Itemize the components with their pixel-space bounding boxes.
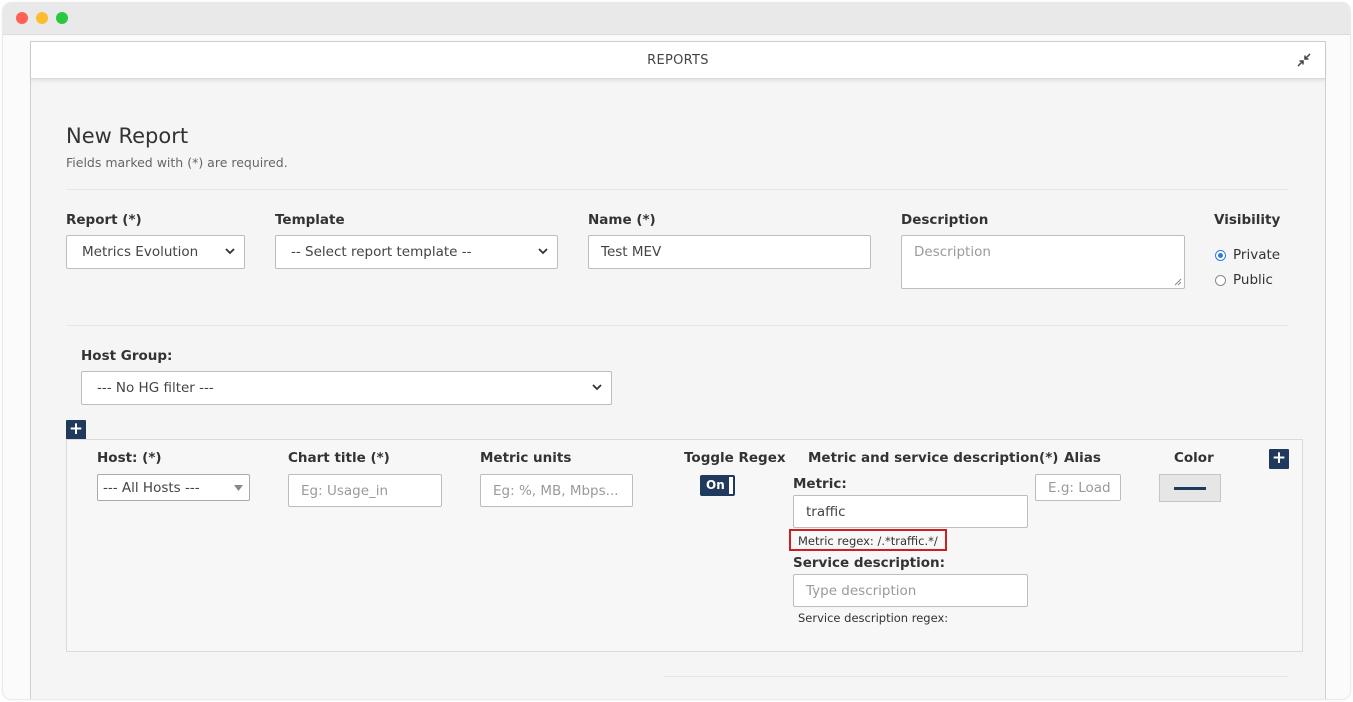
chevron-down-icon [592, 384, 602, 391]
name-label: Name (*) [588, 212, 656, 228]
template-select-value: -- Select report template -- [291, 244, 472, 260]
report-select[interactable]: Metrics Evolution [66, 235, 245, 269]
maximize-window-button[interactable] [56, 12, 68, 24]
template-select[interactable]: -- Select report template -- [275, 235, 558, 269]
host-group-label: Host Group: [81, 348, 173, 364]
host-select[interactable]: --- All Hosts --- [97, 474, 250, 501]
name-input-value: Test MEV [601, 244, 662, 260]
description-placeholder: Description [914, 244, 991, 260]
metric-label: Metric: [793, 476, 847, 492]
color-label: Color [1174, 450, 1214, 466]
collapse-icon[interactable] [1297, 53, 1311, 67]
chevron-down-icon [225, 248, 235, 255]
metric-units-input[interactable]: Eg: %, MB, Mbps... [480, 474, 633, 507]
host-group-select-value: --- No HG filter --- [97, 380, 214, 396]
divider [66, 325, 1288, 326]
page-title: New Report [66, 124, 189, 148]
divider [66, 189, 1288, 190]
alias-input[interactable]: E.g: Load [1035, 474, 1121, 501]
metric-input-value: traffic [806, 504, 846, 520]
chart-title-placeholder: Eg: Usage_in [301, 483, 389, 499]
name-input[interactable]: Test MEV [588, 235, 871, 269]
alias-label: Alias [1064, 450, 1101, 466]
close-window-button[interactable] [16, 12, 28, 24]
add-metric-row-button[interactable]: + [66, 420, 86, 440]
chart-title-input[interactable]: Eg: Usage_in [288, 474, 442, 507]
page-subtitle: Fields marked with (*) are required. [66, 155, 288, 170]
description-label: Description [901, 212, 989, 228]
report-select-value: Metrics Evolution [82, 244, 199, 260]
public-radio[interactable] [1215, 275, 1226, 286]
add-metric-button[interactable]: + [1269, 449, 1289, 469]
modal-header: REPORTS [31, 42, 1325, 79]
caret-down-icon [234, 485, 243, 491]
divider [663, 676, 1288, 677]
resize-handle-icon[interactable] [1174, 278, 1182, 286]
metric-units-placeholder: Eg: %, MB, Mbps... [493, 483, 619, 499]
metric-service-label: Metric and service description(*) [808, 450, 1059, 466]
color-picker-button[interactable] [1159, 474, 1221, 502]
toggle-knob [729, 477, 733, 494]
minimize-window-button[interactable] [36, 12, 48, 24]
report-label: Report (*) [66, 212, 142, 228]
browser-window: REPORTS New Report Fields marked with (*… [3, 3, 1350, 699]
template-label: Template [275, 212, 345, 228]
metric-regex-text: Metric regex: /.*traffic.*/ [798, 534, 938, 548]
modal-title: REPORTS [647, 53, 709, 68]
metric-input[interactable]: traffic [793, 495, 1028, 528]
service-description-input[interactable]: Type description [793, 574, 1028, 607]
host-label: Host: (*) [97, 450, 162, 466]
toggle-regex-switch[interactable]: On [700, 475, 735, 496]
visibility-label: Visibility [1214, 212, 1281, 228]
metric-regex-highlight: Metric regex: /.*traffic.*/ [789, 529, 947, 551]
service-description-placeholder: Type description [806, 583, 917, 599]
metric-units-label: Metric units [480, 450, 572, 466]
reports-modal: REPORTS New Report Fields marked with (*… [30, 41, 1326, 699]
service-description-label: Service description: [793, 555, 945, 571]
private-radio-label: Private [1233, 247, 1281, 263]
description-textarea[interactable]: Description [901, 235, 1185, 289]
alias-placeholder: E.g: Load [1048, 480, 1111, 496]
window-titlebar [3, 3, 1350, 35]
color-swatch [1174, 487, 1206, 490]
metric-row-panel: Host: (*) --- All Hosts --- Chart title … [66, 439, 1303, 652]
chart-title-label: Chart title (*) [288, 450, 390, 466]
public-radio-label: Public [1233, 272, 1273, 288]
private-radio[interactable] [1215, 250, 1226, 261]
toggle-regex-label: Toggle Regex [684, 450, 786, 466]
host-group-select[interactable]: --- No HG filter --- [81, 371, 612, 405]
service-regex-text: Service description regex: [798, 611, 949, 625]
host-select-value: --- All Hosts --- [103, 480, 200, 496]
chevron-down-icon [538, 248, 548, 255]
toggle-regex-state: On [706, 478, 725, 492]
